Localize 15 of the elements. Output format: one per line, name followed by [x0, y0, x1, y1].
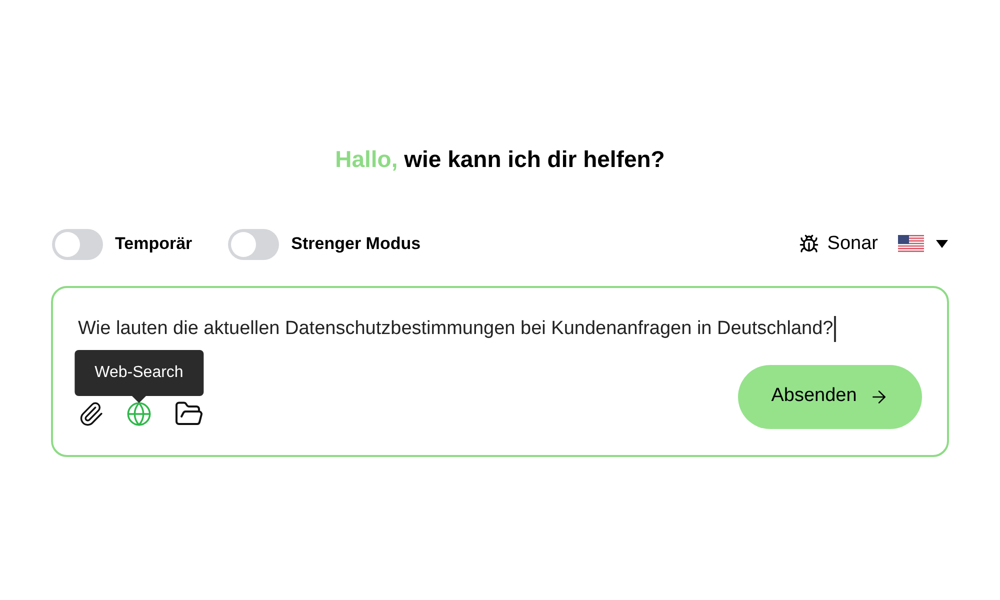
prompt-input[interactable]: Wie lauten die aktuellen Datenschutzbestimmungen bei Kundenanfragen in Deutschland?: [78, 316, 836, 342]
send-button[interactable]: Absenden: [738, 364, 922, 428]
toggle-label: Strenger Modus: [291, 233, 421, 256]
toggle-switch[interactable]: [52, 228, 103, 260]
toggle-switch[interactable]: [228, 228, 280, 260]
model-button[interactable]: Sonar: [799, 230, 878, 258]
globe-icon[interactable]: [126, 400, 152, 426]
tooltip-pointer-icon: [132, 396, 146, 402]
toggle-label: Temporär: [115, 233, 192, 256]
tooltip: Web-Search: [74, 350, 204, 396]
caret-icon[interactable]: [936, 240, 948, 248]
flag-icon[interactable]: [898, 235, 924, 253]
bug-icon: [799, 234, 820, 254]
greeting-heading: Hallo, wie kann ich dir helfen?: [335, 145, 665, 174]
paperclip-icon[interactable]: [78, 400, 104, 426]
